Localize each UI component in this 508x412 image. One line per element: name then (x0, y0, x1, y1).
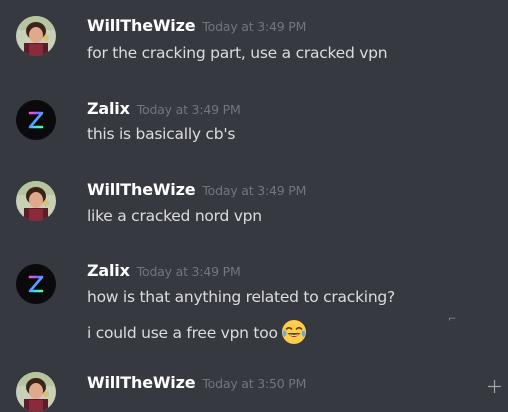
timestamp: Today at 3:49 PM (136, 264, 241, 279)
message-header: Zalix Today at 3:49 PM (87, 261, 241, 280)
timestamp: Today at 3:49 PM (136, 102, 241, 117)
willthewize-avatar[interactable] (16, 16, 56, 56)
willthewize-avatar[interactable] (16, 181, 56, 221)
message-header: WillTheWize Today at 3:49 PM (87, 16, 306, 35)
joy-emoji[interactable] (281, 319, 307, 349)
message-text: i could use a free vpn too (87, 324, 278, 342)
plus-icon[interactable] (488, 380, 501, 393)
timestamp: Today at 3:49 PM (202, 19, 307, 34)
tick-mark: ⌐ (448, 314, 457, 325)
message-text: for the cracking part, use a cracked vpn (87, 44, 388, 62)
username[interactable]: Zalix (87, 261, 130, 280)
zalix-avatar[interactable] (16, 264, 56, 304)
message-text: like a cracked nord vpn (87, 207, 262, 225)
chat-messages: WillTheWize Today at 3:49 PM for the crac… (0, 0, 508, 412)
message-header: WillTheWize Today at 3:50 PM (87, 373, 306, 392)
username[interactable]: WillTheWize (87, 16, 196, 35)
username[interactable]: WillTheWize (87, 373, 196, 392)
timestamp: Today at 3:49 PM (202, 183, 307, 198)
zalix-avatar[interactable] (16, 100, 56, 140)
willthewize-avatar[interactable] (16, 372, 56, 412)
message-text: how is that anything related to cracking… (87, 288, 395, 306)
message-text: this is basically cb's (87, 125, 236, 143)
timestamp: Today at 3:50 PM (202, 376, 307, 391)
username[interactable]: Zalix (87, 99, 130, 118)
username[interactable]: WillTheWize (87, 180, 196, 199)
message-text-with-emoji: i could use a free vpn too (87, 319, 307, 349)
message-header: Zalix Today at 3:49 PM (87, 99, 241, 118)
message-header: WillTheWize Today at 3:49 PM (87, 180, 306, 199)
